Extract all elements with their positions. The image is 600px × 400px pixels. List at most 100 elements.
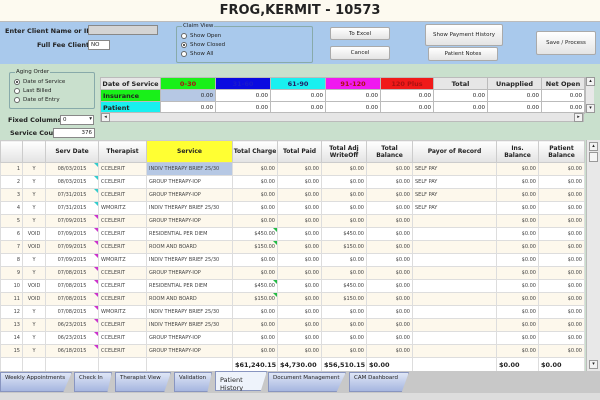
grid-cell-2[interactable]: 06/23/2015 — [45, 331, 99, 345]
grid-cell-4[interactable]: GROUP THERAPY-IOP — [146, 188, 233, 202]
tab-therapist-view[interactable]: Therapist View — [115, 372, 171, 392]
grid-cell-4[interactable]: GROUP THERAPY-IOP — [146, 266, 233, 280]
grid-cell-10[interactable]: $0.00 — [496, 292, 539, 306]
grid-cell-7[interactable]: $0.00 — [321, 175, 367, 189]
grid-cell-10[interactable]: $0.00 — [496, 201, 539, 215]
aging-cell[interactable]: 0.00 — [325, 89, 381, 102]
grid-cell-9[interactable]: SELF PAY — [412, 162, 497, 176]
grid-cell-1[interactable]: Y — [22, 201, 46, 215]
scroll-right-icon[interactable]: ▸ — [574, 113, 583, 122]
grid-header-0[interactable] — [0, 140, 23, 163]
grid-cell-8[interactable]: $0.00 — [366, 188, 413, 202]
radio-button-icon[interactable] — [14, 78, 20, 85]
grid-cell-2[interactable]: 07/31/2015 — [45, 201, 99, 215]
grid-cell-8[interactable]: $0.00 — [366, 331, 413, 345]
aging-horizontal-scrollbar[interactable]: ◂ ▸ — [100, 112, 584, 122]
table-row[interactable]: 15 Y 06/18/2015 CCELERIT GROUP THERAPY-IOP $0… — [0, 344, 585, 358]
grid-cell-9[interactable]: SELF PAY — [412, 201, 497, 215]
radio-date-of-service[interactable]: Date of Service — [14, 77, 65, 86]
grid-cell-5[interactable]: $0.00 — [232, 266, 278, 280]
grid-cell-0[interactable]: 6 — [0, 227, 23, 241]
grid-cell-6[interactable]: $0.00 — [277, 344, 322, 358]
table-row[interactable]: 1 Y 08/03/2015 CCELERIT INDIV THERAPY BRIEF … — [0, 162, 585, 176]
grid-cell-8[interactable]: $0.00 — [366, 344, 413, 358]
tab-weekly-appointments[interactable]: Weekly Appointments — [0, 372, 72, 392]
table-row[interactable]: 11 VOID 07/08/2015 CCELERIT ROOM AND BOARD $1… — [0, 292, 585, 306]
grid-cell-5[interactable]: $450.00 — [232, 279, 278, 293]
grid-cell-4[interactable]: INDIV THERAPY BRIEF 25/30 — [146, 305, 233, 319]
radio-button-icon[interactable] — [14, 87, 20, 94]
grid-cell-10[interactable]: $0.00 — [496, 162, 539, 176]
grid-cell-8[interactable]: $0.00 — [366, 214, 413, 228]
grid-cell-11[interactable]: $0.00 — [538, 253, 585, 267]
grid-cell-11[interactable]: $0.00 — [538, 227, 585, 241]
grid-cell-4[interactable]: GROUP THERAPY-IOP — [146, 175, 233, 189]
grid-cell-5[interactable]: $0.00 — [232, 201, 278, 215]
grid-cell-0[interactable]: 14 — [0, 331, 23, 345]
fixed-columns-select[interactable]: 0 ▾ — [60, 115, 94, 125]
grid-header-6[interactable]: Total Paid — [277, 140, 322, 163]
grid-cell-3[interactable]: WMORITZ — [98, 201, 147, 215]
aging-cell[interactable]: 0.00 — [433, 89, 488, 102]
grid-cell-8[interactable]: $0.00 — [366, 253, 413, 267]
grid-cell-6[interactable]: $0.00 — [277, 253, 322, 267]
grid-cell-2[interactable]: 07/09/2015 — [45, 227, 99, 241]
grid-cell-0[interactable]: 12 — [0, 305, 23, 319]
grid-cell-3[interactable]: WMORITZ — [98, 253, 147, 267]
table-row[interactable]: 8 Y 07/09/2015 WMORITZ INDIV THERAPY BRIEF 2… — [0, 253, 585, 267]
grid-cell-7[interactable]: $0.00 — [321, 305, 367, 319]
grid-cell-6[interactable]: $0.00 — [277, 292, 322, 306]
grid-cell-7[interactable]: $0.00 — [321, 188, 367, 202]
grid-cell-8[interactable]: $0.00 — [366, 266, 413, 280]
grid-cell-5[interactable]: $150.00 — [232, 240, 278, 254]
grid-cell-10[interactable]: $0.00 — [496, 253, 539, 267]
grid-cell-2[interactable]: 08/03/2015 — [45, 162, 99, 176]
grid-cell-11[interactable]: $0.00 — [538, 188, 585, 202]
grid-header-3[interactable]: Therapist — [98, 140, 147, 163]
grid-cell-10[interactable]: $0.00 — [496, 344, 539, 358]
grid-cell-1[interactable]: Y — [22, 188, 46, 202]
grid-cell-1[interactable]: VOID — [22, 279, 46, 293]
grid-cell-10[interactable]: $0.00 — [496, 214, 539, 228]
grid-cell-3[interactable]: CCELERIT — [98, 318, 147, 332]
to-excel-button[interactable]: To Excel — [330, 27, 390, 40]
grid-cell-11[interactable]: $0.00 — [538, 240, 585, 254]
grid-cell-3[interactable]: CCELERIT — [98, 175, 147, 189]
grid-cell-7[interactable]: $0.00 — [321, 253, 367, 267]
table-row[interactable]: 10 VOID 07/08/2015 CCELERIT RESIDENTIAL PER … — [0, 279, 585, 293]
grid-header-7[interactable]: Total Adj WriteOff — [321, 140, 367, 163]
patient-notes-button[interactable]: Patient Notes — [428, 47, 498, 61]
scroll-down-icon[interactable]: ▾ — [586, 104, 595, 113]
grid-cell-4[interactable]: GROUP THERAPY-IOP — [146, 344, 233, 358]
grid-cell-1[interactable]: VOID — [22, 292, 46, 306]
grid-cell-10[interactable]: $0.00 — [496, 318, 539, 332]
grid-cell-4[interactable]: INDIV THERAPY BRIEF 25/30 — [146, 253, 233, 267]
table-row[interactable]: 12 Y 07/08/2015 WMORITZ INDIV THERAPY BRIEF … — [0, 305, 585, 319]
grid-cell-7[interactable]: $0.00 — [321, 331, 367, 345]
grid-cell-3[interactable]: CCELERIT — [98, 227, 147, 241]
grid-cell-9[interactable] — [412, 344, 497, 358]
grid-cell-7[interactable]: $0.00 — [321, 214, 367, 228]
grid-cell-8[interactable]: $0.00 — [366, 305, 413, 319]
grid-cell-7[interactable]: $150.00 — [321, 292, 367, 306]
table-row[interactable]: 6 VOID 07/09/2015 CCELERIT RESIDENTIAL PER D… — [0, 227, 585, 241]
table-row[interactable]: 4 Y 07/31/2015 WMORITZ INDIV THERAPY BRIEF 2… — [0, 201, 585, 215]
grid-cell-9[interactable] — [412, 292, 497, 306]
grid-cell-10[interactable]: $0.00 — [496, 188, 539, 202]
grid-cell-4[interactable]: INDIV THERAPY BRIEF 25/30 — [146, 318, 233, 332]
scroll-down-icon[interactable]: ▾ — [589, 360, 598, 369]
grid-cell-9[interactable] — [412, 227, 497, 241]
grid-cell-6[interactable]: $0.00 — [277, 318, 322, 332]
radio-show-open[interactable]: Show Open — [181, 31, 225, 40]
grid-cell-5[interactable]: $0.00 — [232, 214, 278, 228]
table-row[interactable]: 2 Y 08/03/2015 CCELERIT GROUP THERAPY-IOP $0.… — [0, 175, 585, 189]
grid-cell-4[interactable]: ROOM AND BOARD — [146, 292, 233, 306]
grid-cell-11[interactable]: $0.00 — [538, 318, 585, 332]
grid-vertical-scrollbar[interactable]: ▴ ▾ — [586, 140, 600, 371]
aging-cell[interactable]: 0.00 — [270, 89, 326, 102]
grid-cell-3[interactable]: CCELERIT — [98, 331, 147, 345]
tab-check-in[interactable]: Check In — [74, 372, 112, 392]
tab-validation[interactable]: Validation — [174, 372, 212, 392]
grid-cell-11[interactable]: $0.00 — [538, 162, 585, 176]
radio-show-all[interactable]: Show All — [181, 49, 225, 58]
